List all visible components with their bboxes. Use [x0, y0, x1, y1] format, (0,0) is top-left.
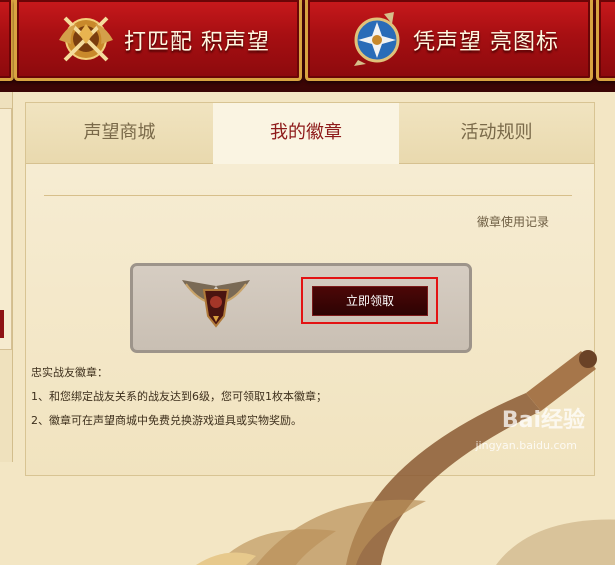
- tab-my-badges[interactable]: 我的徽章: [213, 103, 400, 164]
- tab-reputation-shop[interactable]: 声望商城: [26, 103, 214, 164]
- badge-info-line-1: 1、和您绑定战友关系的战友达到6级，您可领取1枚本徽章；: [31, 390, 327, 403]
- banner-right-stub: [596, 0, 615, 81]
- badge-card: 立即领取: [130, 263, 472, 353]
- badge-info-title: 忠实战友徽章：: [31, 366, 108, 379]
- claim-button-highlight: 立即领取: [301, 277, 438, 324]
- winged-badge-icon: [182, 280, 250, 328]
- match-reputation-button[interactable]: 打匹配 积声望: [14, 0, 302, 81]
- claim-now-button[interactable]: 立即领取: [312, 286, 428, 316]
- left-side-strip: [0, 92, 13, 462]
- watermark-url: jingyan.baidu.com: [475, 439, 577, 452]
- section-divider: [44, 195, 572, 196]
- tab-bar: 声望商城 我的徽章 活动规则: [26, 103, 594, 164]
- watermark-brand: Bai经验: [501, 408, 585, 433]
- badge-info-line-2: 2、徽章可在声望商城中免费兑换游戏道具或实物奖励。: [31, 414, 302, 427]
- badge-usage-record-link[interactable]: 徽章使用记录: [477, 213, 549, 230]
- left-side-marker: [0, 310, 4, 338]
- banner-left-stub: [0, 0, 14, 81]
- crossed-swords-icon: [59, 16, 113, 62]
- shield-emblem-icon: [354, 12, 400, 66]
- top-banner: 打匹配 积声望 凭声望 亮图标: [0, 0, 615, 92]
- reputation-icon-label: 凭声望 亮图标: [413, 30, 559, 55]
- tab-event-rules[interactable]: 活动规则: [399, 103, 594, 164]
- badge-info: 忠实战友徽章： 1、和您绑定战友关系的战友达到6级，您可领取1枚本徽章； 2、徽…: [31, 361, 327, 433]
- reputation-icon-button[interactable]: 凭声望 亮图标: [305, 0, 593, 81]
- match-reputation-label: 打匹配 积声望: [124, 30, 270, 55]
